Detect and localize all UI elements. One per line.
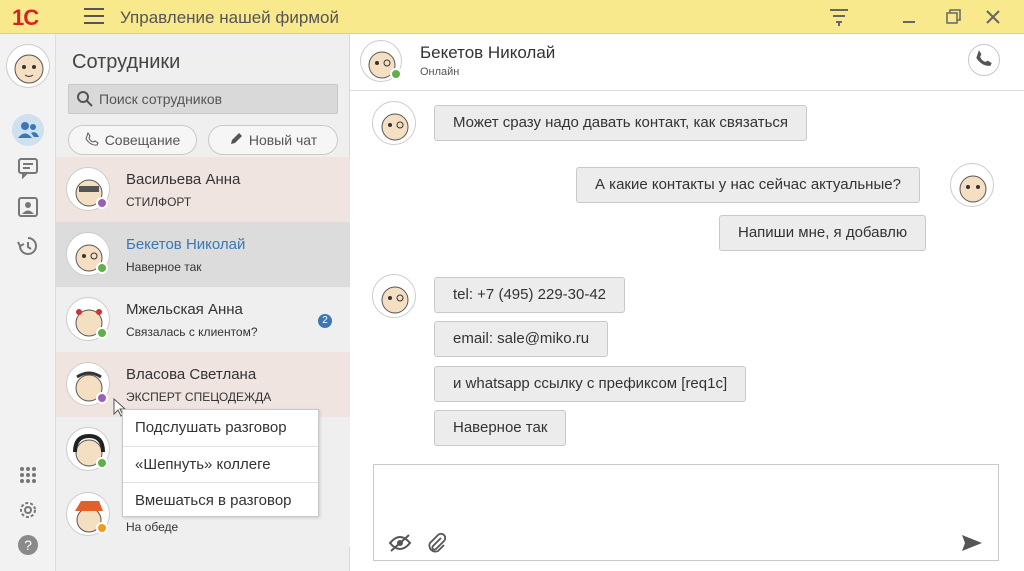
- status-indicator: [96, 262, 108, 274]
- contact-subtitle: Связалась с клиентом?: [126, 325, 258, 339]
- chat-contact-status: Онлайн: [420, 66, 460, 78]
- minimize-icon[interactable]: [896, 4, 922, 30]
- gear-icon[interactable]: [14, 496, 42, 524]
- contact-card-icon[interactable]: [14, 193, 42, 221]
- contact-subtitle: ЭКСПЕРТ СПЕЦОДЕЖДА: [126, 390, 272, 404]
- dialpad-icon[interactable]: [14, 462, 42, 490]
- message-bubble: tel: +7 (495) 229-30-42: [434, 277, 626, 313]
- filter-icon[interactable]: [826, 4, 852, 30]
- phone-icon: [85, 131, 99, 149]
- meeting-button[interactable]: Совещание: [68, 125, 197, 155]
- contact-name: Мжельская Анна: [126, 301, 243, 318]
- contact-name: Власова Светлана: [126, 366, 257, 383]
- contact-item[interactable]: Власова Светлана ЭКСПЕРТ СПЕЦОДЕЖДА: [56, 352, 350, 417]
- pencil-icon: [229, 132, 243, 149]
- search-box[interactable]: [68, 84, 338, 114]
- message-bubble: Наверное так: [434, 410, 567, 446]
- svg-text:?: ?: [24, 537, 32, 553]
- call-button[interactable]: [968, 44, 1000, 76]
- message-bubble: А какие контакты у нас сейчас актуальные…: [576, 167, 920, 203]
- people-icon[interactable]: [12, 114, 44, 146]
- chat-icon[interactable]: [14, 154, 42, 182]
- message-bubble: Напиши мне, я добавлю: [719, 215, 927, 251]
- message-input[interactable]: [382, 471, 990, 521]
- unread-badge: 2: [318, 314, 332, 328]
- menu-item-barge-in[interactable]: Вмешаться в разговор: [123, 482, 318, 518]
- menu-item-listen[interactable]: Подслушать разговор: [123, 410, 318, 446]
- menu-icon[interactable]: [84, 8, 104, 26]
- app-title: Управление нашей фирмой: [120, 8, 339, 27]
- search-input[interactable]: [99, 89, 329, 109]
- contact-name: Васильева Анна: [126, 171, 241, 188]
- meeting-label: Совещание: [104, 132, 181, 148]
- sender-avatar: [372, 101, 416, 145]
- paperclip-icon[interactable]: [424, 531, 448, 555]
- contact-subtitle: На обеде: [126, 520, 179, 534]
- contact-item[interactable]: Мжельская Анна Связалась с клиентом? 2: [56, 287, 350, 352]
- online-status-dot: [390, 68, 402, 80]
- contact-subtitle: Наверное так: [126, 260, 202, 274]
- status-indicator: [96, 392, 108, 404]
- contacts-title: Сотрудники: [72, 51, 181, 73]
- status-indicator: [96, 327, 108, 339]
- contact-name: Бекетов Николай: [126, 236, 246, 253]
- phone-icon: [975, 49, 993, 72]
- search-icon: [77, 91, 93, 112]
- call-context-menu: Подслушать разговор «Шепнуть» коллеге Вм…: [122, 409, 319, 517]
- new-chat-button[interactable]: Новый чат: [208, 125, 338, 155]
- status-indicator: [96, 522, 108, 534]
- menu-item-whisper[interactable]: «Шепнуть» коллеге: [123, 446, 318, 482]
- contact-item[interactable]: Васильева Анна СТИЛФОРТ: [56, 157, 350, 222]
- restore-icon[interactable]: [940, 4, 966, 30]
- contact-subtitle: СТИЛФОРТ: [126, 195, 192, 209]
- message-bubble: и whatsapp ссылку с префиксом [req1c]: [434, 366, 747, 402]
- message-bubble: Может сразу надо давать контакт, как свя…: [434, 105, 808, 141]
- status-indicator: [96, 197, 108, 209]
- contact-item[interactable]: Бекетов Николай Наверное так: [56, 222, 350, 287]
- user-avatar[interactable]: [6, 44, 50, 88]
- title-bar: 1С Управление нашей фирмой: [0, 0, 1024, 34]
- status-indicator: [96, 457, 108, 469]
- left-rail: ?: [0, 34, 56, 571]
- chat-header: Бекетов Николай Онлайн: [350, 34, 1024, 91]
- message-bubble: email: sale@miko.ru: [434, 321, 609, 357]
- new-chat-label: Новый чат: [248, 132, 318, 148]
- send-icon[interactable]: [960, 531, 984, 555]
- help-icon[interactable]: ?: [14, 531, 42, 559]
- my-avatar: [950, 163, 994, 207]
- app-logo: 1С: [12, 5, 39, 30]
- message-composer: [373, 464, 999, 561]
- history-icon[interactable]: [14, 232, 42, 260]
- close-icon[interactable]: [980, 4, 1006, 30]
- chat-contact-name: Бекетов Николай: [420, 43, 556, 62]
- sender-avatar: [372, 274, 416, 318]
- hidden-eye-icon[interactable]: [388, 531, 412, 555]
